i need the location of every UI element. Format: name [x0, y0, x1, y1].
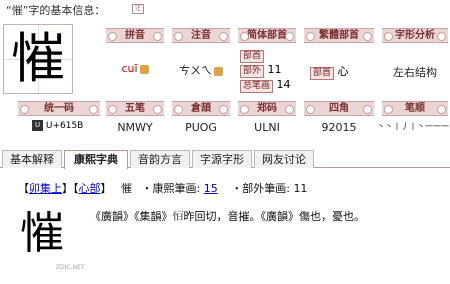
sijiao-value: 92015: [321, 121, 357, 134]
big-character-display: 慛: [3, 24, 73, 94]
zhengma-value: ULNI: [254, 121, 280, 134]
wubi-header: 五笔: [106, 101, 164, 116]
kangxi-char-image: 慛: [20, 208, 64, 259]
page-title: “慛”字的基本信息：: [6, 4, 106, 17]
kangxi-stroke-link[interactable]: 15: [204, 182, 218, 195]
pinyin-value: cuī: [121, 62, 138, 75]
bracket: 】【: [62, 182, 79, 195]
buwai-value: 11: [267, 63, 282, 76]
cangjie-header: 倉頡: [172, 101, 230, 116]
bracket: 】: [100, 182, 112, 195]
bishun-value: 丶丶丨丿丨丶一一一: [377, 122, 449, 131]
simplified-bushou-row: 部首: [240, 48, 265, 63]
tab-bar: 基本解释 康熙字典 音韵方言 字源字形 网友讨论: [0, 148, 450, 169]
kangxi-content: 《廣韻》《集韻》𢘆昨回切，音摧。《廣韻》傷也，憂也。: [90, 210, 365, 223]
tab-user-discussion[interactable]: 网友讨论: [254, 150, 314, 168]
total-strokes-tag: 总笔画: [240, 80, 274, 93]
zhuyin-header: 注音: [172, 28, 230, 43]
traditional-radical-header: 繁體部首: [304, 28, 374, 43]
unicode-header: 统一码: [18, 101, 100, 116]
radical-section-link[interactable]: 心部: [79, 182, 101, 195]
simplified-buwai-row: 部外 11: [240, 63, 282, 78]
speaker-icon[interactable]: [214, 66, 223, 76]
tab-basic-explanation[interactable]: 基本解释: [2, 150, 62, 168]
speaker-icon[interactable]: [139, 64, 149, 74]
annotation-icon[interactable]: 注: [132, 4, 144, 14]
sijiao-header: 四角: [304, 101, 374, 116]
bushou-tag: 部首: [310, 67, 335, 80]
kangxi-info-line: 【卯集上】【心部】 慛 ・康熙筆画: 15 ・部外筆画: 11: [18, 180, 307, 196]
unicode-value-wrap: U U+615B: [32, 120, 83, 131]
pinyin-value-wrap: cuī: [106, 62, 164, 75]
simplified-radical-header: 简体部首: [238, 28, 296, 43]
kangxi-char: 慛: [121, 182, 132, 195]
pinyin-header: 拼音: [106, 28, 164, 43]
unicode-logo-icon: U: [32, 120, 43, 131]
bracket: 【: [18, 182, 29, 195]
total-strokes-value: 14: [276, 78, 291, 91]
cangjie-value: PUOG: [185, 121, 217, 134]
section-link[interactable]: 卯集上: [29, 182, 62, 195]
simplified-total-strokes-row: 总笔画 14: [240, 78, 291, 93]
zhuyin-value-wrap: ㄘㄨㄟ: [172, 62, 230, 78]
structure-header: 字形分析: [382, 28, 448, 43]
buwai-tag: 部外: [240, 65, 265, 78]
wubi-value: NMWY: [117, 121, 153, 134]
watermark: ZDIC.NET: [56, 264, 85, 271]
structure-value: 左右结构: [393, 66, 437, 79]
zhuyin-value: ㄘㄨㄟ: [179, 64, 212, 77]
outer-stroke-label: ・部外筆画:: [231, 182, 290, 195]
bishun-header: 笔顺: [382, 101, 448, 116]
zhengma-header: 郑码: [238, 101, 296, 116]
traditional-bushou-value: 心: [337, 65, 349, 78]
outer-stroke-value: 11: [293, 182, 308, 195]
tab-phonology-dialect[interactable]: 音韵方言: [130, 150, 190, 168]
traditional-bushou-row: 部首 心: [310, 63, 349, 80]
kangxi-stroke-label: ・康熙筆画:: [141, 182, 201, 195]
bushou-tag: 部首: [240, 50, 265, 63]
tab-etymology-glyph[interactable]: 字源字形: [192, 150, 252, 168]
unicode-value: U+615B: [45, 121, 84, 131]
tab-kangxi-dictionary[interactable]: 康熙字典: [64, 150, 128, 169]
